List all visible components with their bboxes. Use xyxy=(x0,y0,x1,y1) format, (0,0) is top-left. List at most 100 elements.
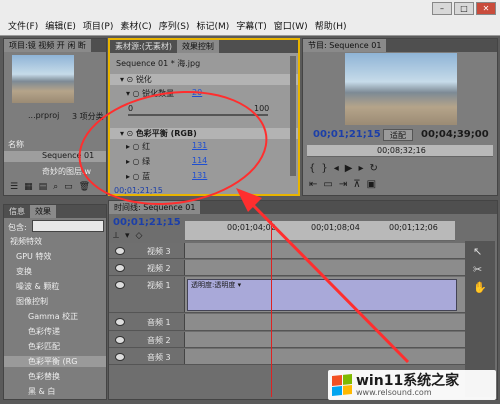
lift-icon[interactable]: ⊼ xyxy=(353,179,360,190)
program-total-timecode: 00;04;39;00 xyxy=(421,129,489,140)
sharpen-slider[interactable] xyxy=(128,114,268,116)
new-bin-icon[interactable]: ▭ xyxy=(64,182,73,194)
loop-icon[interactable]: ↻ xyxy=(370,163,378,174)
color-balance-row[interactable]: ▾ ⊙ 色彩平衡 (RGB) xyxy=(110,128,298,139)
slider-min-label: 0 xyxy=(128,104,134,113)
effects-list-item[interactable]: 视频特效 xyxy=(4,236,106,247)
tab-effects[interactable]: 效果 xyxy=(30,205,56,218)
tab-project[interactable]: 项目:镜 视频 开 闲 断 xyxy=(4,39,91,52)
effects-list-item[interactable]: 色彩替换 xyxy=(4,371,106,382)
mark-out-icon[interactable]: } xyxy=(321,163,327,174)
effects-list-item[interactable]: 黑 & 白 xyxy=(4,386,106,397)
project-panel: 项目:镜 视频 开 闲 断 ...prproj 3 项分类 名称 Sequenc… xyxy=(3,38,107,196)
effect-timecode: 00;01;21;15 xyxy=(114,186,163,195)
effects-list-item[interactable]: GPU 特效 xyxy=(4,251,106,262)
track-header: 音频 1 xyxy=(109,314,185,330)
project-item-image[interactable]: 奇妙的图层.w xyxy=(4,166,106,177)
sharpen-row[interactable]: ▾ ⊙ 锐化 xyxy=(110,74,298,85)
eye-icon[interactable] xyxy=(115,264,125,272)
close-button[interactable]: ✕ xyxy=(476,2,496,15)
maximize-button[interactable]: □ xyxy=(454,2,474,15)
menu-item[interactable]: 素材(C) xyxy=(120,19,151,32)
track-row[interactable]: 音频 2 xyxy=(109,332,465,348)
step-back-icon[interactable]: ◂ xyxy=(334,163,339,174)
effects-list-item[interactable]: 色彩平衡 (RG xyxy=(4,356,106,367)
snap-icon[interactable]: ⟂ xyxy=(113,231,119,241)
blue-row: ▸ ○ 蓝 131 xyxy=(126,171,208,181)
menu-item[interactable]: 项目(P) xyxy=(83,19,113,32)
speaker-icon[interactable] xyxy=(115,336,125,344)
contains-label: 包含: xyxy=(8,223,27,232)
trash-icon[interactable]: 🗑 xyxy=(79,182,90,194)
program-ruler[interactable]: 00;08;32;16 xyxy=(307,145,493,157)
video-clip[interactable]: 透明度:透明度 ▾ xyxy=(187,279,457,311)
menu-item[interactable]: 标记(M) xyxy=(196,19,229,32)
menu-item[interactable]: 窗口(W) xyxy=(274,19,308,32)
effects-list-item[interactable]: 噪波 & 颗粒 xyxy=(4,281,106,292)
tab-source[interactable]: 素材源:(无素材) xyxy=(110,40,177,53)
razor-tool-icon[interactable]: ✂ xyxy=(473,263,482,276)
project-item-sequence[interactable]: Sequence 01 xyxy=(4,151,106,162)
speaker-icon[interactable] xyxy=(115,318,125,326)
play-icon[interactable]: ▶ xyxy=(345,163,353,174)
tab-program[interactable]: 节目: Sequence 01 xyxy=(303,39,387,52)
menu-item[interactable]: 文件(F) xyxy=(8,19,38,32)
track-row[interactable]: 音频 3 xyxy=(109,349,465,365)
eye-icon[interactable] xyxy=(115,281,125,289)
track-row[interactable]: 视频 1 透明度:透明度 ▾ xyxy=(109,277,465,313)
mark-in-icon[interactable]: { xyxy=(309,163,315,174)
icon-view-icon[interactable]: ▦ xyxy=(24,182,33,194)
keyframe-icon[interactable]: ◇ xyxy=(136,231,143,241)
effects-list-item[interactable]: 变换 xyxy=(4,266,106,277)
fit-dropdown[interactable]: 适配 xyxy=(383,129,413,141)
step-forward-icon[interactable]: ▸ xyxy=(358,163,363,174)
export-frame-icon[interactable]: ▣ xyxy=(367,179,376,190)
sharpen-amount-row: ▾ ○ 锐化数量 20 xyxy=(126,88,203,98)
speaker-icon[interactable] xyxy=(115,353,125,361)
effects-list-item[interactable]: Gamma 校正 xyxy=(4,311,106,322)
goto-out-icon[interactable]: ⇥ xyxy=(339,179,347,190)
menu-item[interactable]: 序列(S) xyxy=(159,19,190,32)
hand-tool-icon[interactable]: ✋ xyxy=(473,281,487,294)
minimize-button[interactable]: – xyxy=(432,2,452,15)
watermark-text: win11系统之家 www.relsound.com xyxy=(356,374,459,397)
track-row[interactable]: 视频 3 xyxy=(109,243,465,259)
track-row[interactable]: 视频 2 xyxy=(109,260,465,276)
selection-tool-icon[interactable]: ↖ xyxy=(473,245,482,258)
green-value[interactable]: 114 xyxy=(192,156,207,165)
automate-icon[interactable]: ▤ xyxy=(39,182,48,194)
effect-tabs: 素材源:(无素材) 效果控制 xyxy=(110,40,298,53)
goto-in-icon[interactable]: ⇤ xyxy=(309,179,317,190)
effects-tabs: 信息 效果 xyxy=(4,205,106,218)
red-value[interactable]: 131 xyxy=(192,141,207,150)
menu-item[interactable]: 字幕(T) xyxy=(236,19,267,32)
menu-bar: 文件(F) 编辑(E) 项目(P) 素材(C) 序列(S) 标记(M) 字幕(T) 窗口(W)… xyxy=(0,0,500,36)
watermark-title: win11系统之家 xyxy=(356,372,460,389)
sharpen-amount-value[interactable]: 20 xyxy=(192,88,202,97)
effects-list-item[interactable]: 图像控制 xyxy=(4,296,106,307)
blue-value[interactable]: 131 xyxy=(192,171,207,180)
eye-icon[interactable] xyxy=(115,247,125,255)
effects-search-input[interactable] xyxy=(32,220,104,232)
track-header: 视频 1 xyxy=(109,277,185,312)
effects-list-item[interactable]: 色彩传递 xyxy=(4,326,106,337)
logo-square xyxy=(332,385,342,397)
search-icon[interactable]: ⌕ xyxy=(53,182,58,194)
program-current-timecode: 00;01;21;15 xyxy=(313,129,381,140)
jog-icon[interactable]: ▭ xyxy=(323,179,332,190)
tab-timeline[interactable]: 时间线: Sequence 01 xyxy=(109,201,201,214)
timeline-ruler[interactable]: 00;01;04;02 00;01;08;04 00;01;12;06 xyxy=(185,221,455,241)
track-header: 音频 3 xyxy=(109,349,185,364)
playhead[interactable] xyxy=(271,221,272,397)
track-row[interactable]: 音频 1 xyxy=(109,314,465,331)
tab-effect-controls[interactable]: 效果控制 xyxy=(176,40,219,53)
effects-list-item[interactable]: 色彩匹配 xyxy=(4,341,106,352)
marker-icon[interactable]: ▾ xyxy=(125,231,130,241)
timeline-timecode: 00;01;21;15 xyxy=(113,217,181,228)
project-count-label: 3 项分类 xyxy=(72,112,104,121)
menu-item[interactable]: 编辑(E) xyxy=(45,19,76,32)
menu-item[interactable]: 帮助(H) xyxy=(315,19,347,32)
tab-info[interactable]: 信息 xyxy=(4,205,30,218)
effect-scrollbar[interactable] xyxy=(290,56,296,176)
list-view-icon[interactable]: ☰ xyxy=(10,182,18,194)
